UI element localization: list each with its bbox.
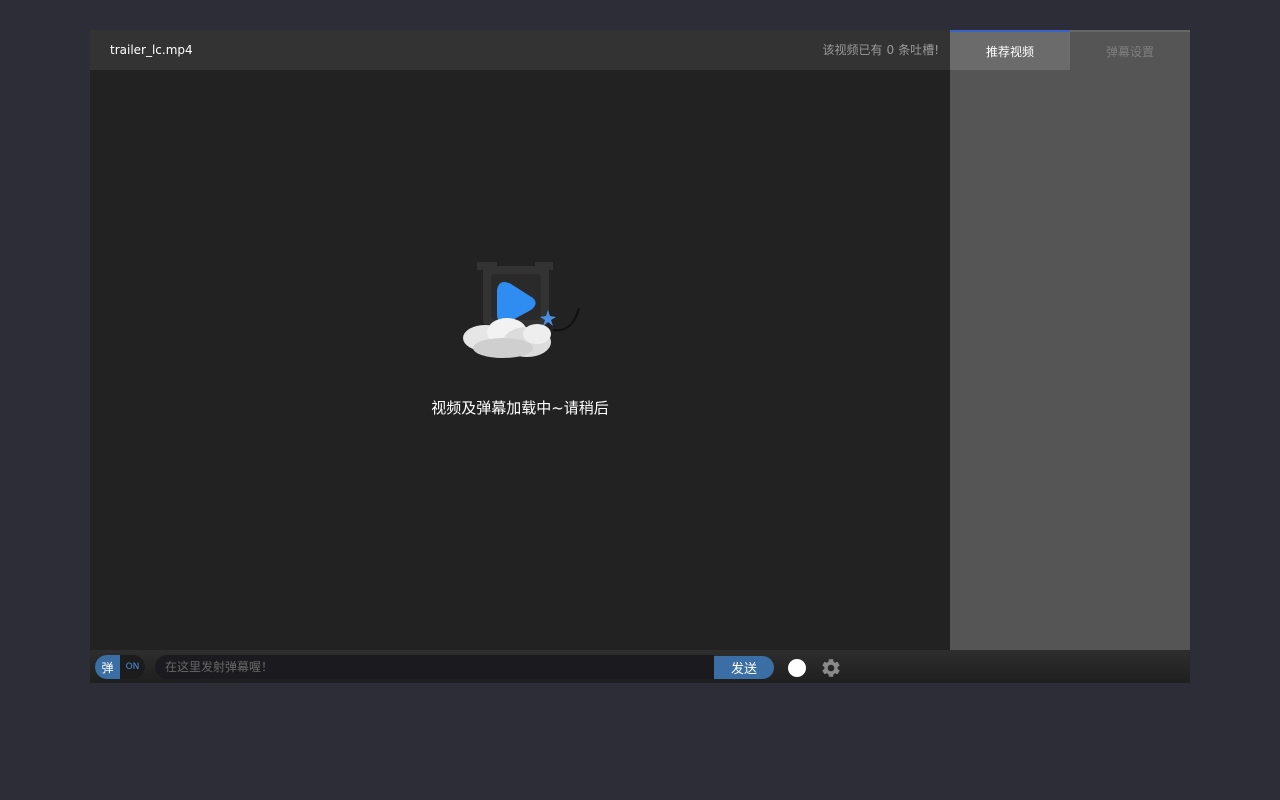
- comment-count-number: 0: [886, 43, 895, 57]
- color-picker-button[interactable]: [788, 659, 806, 677]
- danmaku-toggle-state: ON: [125, 662, 140, 672]
- danmaku-toggle[interactable]: 弹 ON: [95, 655, 145, 679]
- comment-count-suffix: 条吐槽!: [898, 43, 939, 57]
- loading-text: 视频及弹幕加载中~请稍后: [431, 399, 609, 417]
- comment-count-prefix: 该视频已有: [822, 43, 883, 57]
- tab-danmaku-settings[interactable]: 弹幕设置: [1070, 30, 1190, 70]
- video-title: trailer_lc.mp4: [110, 43, 193, 57]
- danmaku-input[interactable]: [155, 655, 714, 679]
- side-tabs: 推荐视频 弹幕设置: [950, 30, 1190, 70]
- danmaku-toggle-label: 弹: [95, 655, 120, 679]
- video-area[interactable]: trailer_lc.mp4 该视频已有 0 条吐槽! 视频及弹幕加载中~请稍后: [90, 30, 950, 650]
- video-player: trailer_lc.mp4 该视频已有 0 条吐槽! 视频及弹幕加载中~请稍后…: [90, 30, 1190, 683]
- side-panel: 推荐视频 弹幕设置: [950, 30, 1190, 650]
- gear-icon[interactable]: [820, 657, 842, 679]
- send-button[interactable]: 发送: [714, 656, 774, 679]
- cloud-play-logo-icon: [463, 262, 580, 358]
- comment-count: 该视频已有 0 条吐槽!: [823, 42, 939, 58]
- tab-recommended-videos[interactable]: 推荐视频: [950, 30, 1070, 70]
- control-bar: 弹 ON 发送: [90, 650, 1190, 683]
- title-bar: trailer_lc.mp4 该视频已有 0 条吐槽!: [90, 30, 950, 70]
